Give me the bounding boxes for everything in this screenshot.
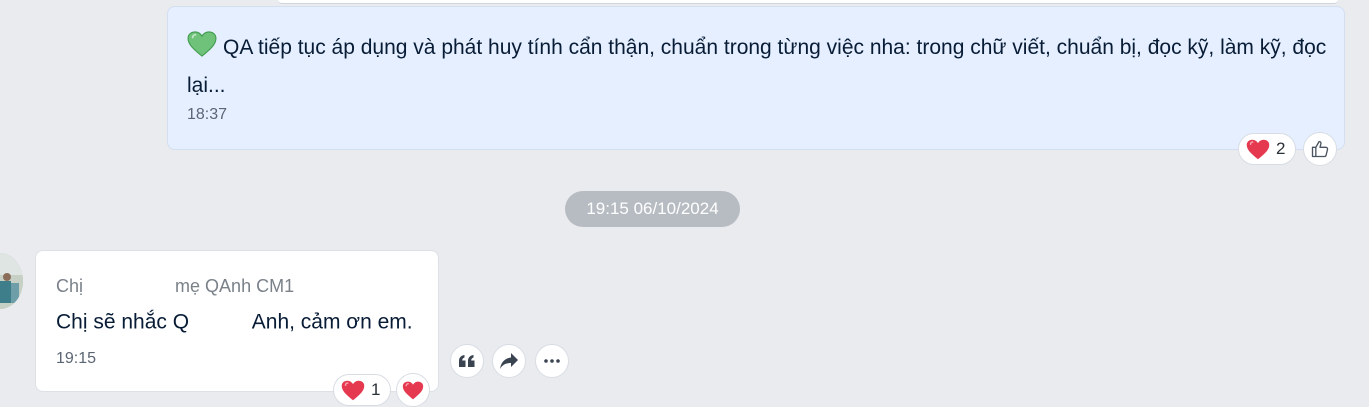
outgoing-reaction-summary[interactable]: 2 (1238, 133, 1296, 165)
thumbs-up-icon (1311, 140, 1329, 158)
redacted-text (189, 310, 248, 336)
quote-icon (459, 355, 475, 367)
sender-name[interactable]: Chị mẹ QAnh CM1 (56, 276, 294, 297)
avatar[interactable] (0, 253, 23, 309)
sender-name-prefix: Chị (56, 276, 84, 296)
more-icon (544, 359, 560, 363)
incoming-message-text-start: Chị sẽ nhắc Q (56, 310, 190, 334)
redacted-text (88, 278, 171, 297)
quote-button[interactable] (450, 344, 484, 378)
heart-icon (341, 380, 365, 400)
heart-icon (1246, 139, 1270, 159)
outgoing-message-bubble[interactable]: QA tiếp tục áp dụng và phát huy tính cẩn… (167, 6, 1345, 150)
green-heart-icon (187, 31, 217, 57)
outgoing-message-text: QA tiếp tục áp dụng và phát huy tính cẩn… (187, 29, 1327, 105)
incoming-message-bubble[interactable]: Chị mẹ QAnh CM1 Chị sẽ nhắc Q Anh, cảm ơ… (35, 250, 439, 392)
heart-reaction-button[interactable] (396, 373, 430, 407)
incoming-message-text: Chị sẽ nhắc Q Anh, cảm ơn em. (56, 310, 413, 336)
incoming-message-text-end: Anh, cảm ơn em. (251, 310, 413, 334)
forward-button[interactable] (492, 344, 526, 378)
sender-name-suffix: mẹ QAnh CM1 (175, 276, 295, 296)
incoming-message-time: 19:15 (56, 350, 97, 367)
outgoing-reaction-count: 2 (1276, 139, 1286, 158)
incoming-reaction-count: 1 (371, 380, 381, 399)
more-options-button[interactable] (535, 344, 569, 378)
like-reaction-button[interactable] (1303, 132, 1337, 166)
outgoing-message-time: 18:37 (187, 106, 228, 123)
heart-icon (402, 381, 424, 399)
date-divider: 19:15 06/10/2024 (565, 191, 740, 227)
forward-icon (500, 353, 518, 369)
previous-message-edge (278, 0, 1338, 4)
avatar-photo (0, 253, 23, 309)
outgoing-message-body: QA tiếp tục áp dụng và phát huy tính cẩn… (187, 36, 1327, 97)
incoming-reaction-summary[interactable]: 1 (333, 374, 391, 406)
